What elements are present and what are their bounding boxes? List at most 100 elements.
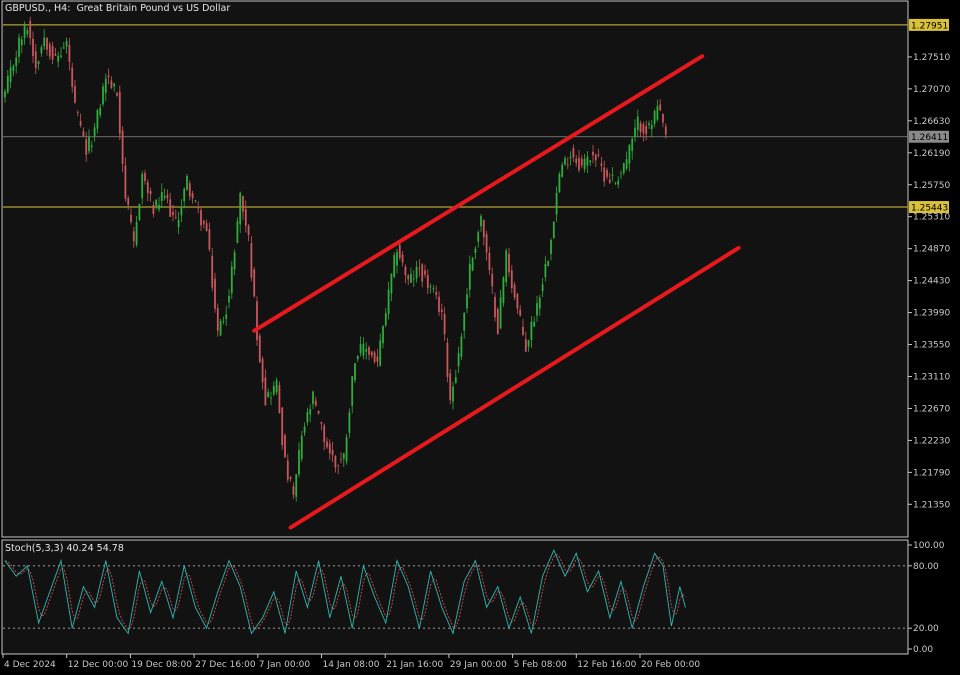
candle-body — [202, 220, 205, 224]
candle — [460, 333, 463, 360]
candle — [345, 433, 348, 465]
candle-body — [440, 309, 443, 312]
candle-body — [121, 130, 124, 165]
candle-body — [471, 257, 474, 271]
candle-body — [583, 159, 586, 170]
candle-body — [398, 244, 401, 258]
candle-body — [547, 261, 550, 267]
candle-body — [354, 363, 356, 380]
candle-body — [555, 192, 558, 215]
candle-body — [4, 91, 6, 98]
candle — [558, 171, 561, 193]
candle-body — [536, 303, 538, 316]
price-tick-label: 1.25750 — [913, 181, 950, 191]
candle-body — [219, 321, 222, 336]
time-tick-label: 7 Jan 00:00 — [259, 660, 311, 670]
candle-body — [306, 412, 309, 423]
candle-body — [401, 254, 404, 263]
candle-body — [289, 477, 292, 479]
candle-body — [656, 106, 659, 120]
candle-body — [340, 459, 342, 461]
candle-body — [457, 353, 460, 367]
candle-body — [446, 342, 449, 377]
candle-body — [48, 44, 51, 57]
candle-body — [256, 301, 258, 341]
price-panel[interactable] — [1, 0, 909, 538]
candle-body — [642, 124, 645, 134]
candle — [449, 368, 452, 405]
candle-body — [510, 270, 513, 288]
candle-body — [144, 173, 146, 181]
candle-body — [197, 206, 200, 209]
candle-body — [230, 266, 233, 294]
candle-body — [345, 437, 348, 462]
time-tick-label: 20 Feb 00:00 — [641, 660, 700, 670]
candle-body — [631, 138, 634, 151]
candle-body — [390, 273, 393, 294]
candle-body — [104, 78, 107, 93]
candle-body — [474, 248, 477, 254]
candle-body — [379, 340, 382, 366]
stoch-tick-label: 20.00 — [913, 624, 939, 634]
candle-body — [312, 391, 314, 405]
stoch-signal-value: 54.78 — [96, 543, 124, 554]
candle — [494, 292, 496, 322]
time-tick-label: 5 Feb 08:00 — [514, 660, 568, 670]
upper-hline-label: 1.27951 — [909, 18, 949, 31]
candle-body — [141, 173, 144, 199]
candle-body — [214, 278, 216, 309]
price-tick-label: 1.21350 — [913, 500, 950, 510]
candle-body — [544, 263, 547, 278]
candle-body — [575, 158, 578, 163]
candle-body — [15, 57, 18, 66]
candle-body — [132, 231, 135, 242]
candle-body — [320, 421, 323, 424]
candle-body — [26, 30, 29, 34]
candle-body — [250, 243, 253, 278]
candle-body — [317, 410, 320, 414]
candle-body — [138, 203, 141, 220]
candle-body — [636, 116, 639, 130]
candle-body — [110, 80, 113, 88]
candle-body — [328, 443, 331, 454]
candle-body — [650, 124, 653, 130]
stoch-tick-label: 100.00 — [913, 541, 945, 551]
candle-body — [188, 183, 191, 197]
candle-body — [443, 313, 446, 335]
candle-body — [118, 91, 121, 134]
candle-body — [552, 221, 555, 239]
candle — [256, 296, 258, 347]
candle-body — [477, 232, 480, 242]
candle-body — [594, 154, 597, 161]
candle — [102, 83, 104, 107]
candle-body — [480, 215, 482, 227]
candle-body — [645, 126, 648, 135]
candle-body — [580, 158, 583, 166]
candle-body — [107, 75, 110, 78]
candle-body — [261, 358, 264, 383]
candle-body — [387, 289, 390, 314]
candle-body — [135, 221, 138, 245]
candle — [118, 85, 121, 140]
candle-body — [194, 200, 197, 201]
time-tick-label: 4 Dec 2024 — [4, 660, 56, 670]
candle-body — [586, 156, 589, 166]
candle-body — [418, 267, 421, 269]
candle-body — [362, 343, 365, 356]
candle-body — [496, 309, 499, 334]
price-tick-label: 1.26190 — [913, 149, 950, 159]
candle-body — [211, 255, 214, 288]
candle-body — [404, 266, 407, 276]
candle-body — [606, 170, 608, 177]
candle — [393, 252, 396, 279]
candle-body — [51, 45, 54, 60]
time-tick-label: 14 Jan 08:00 — [323, 660, 380, 670]
candle-body — [46, 38, 48, 50]
candle-body — [356, 356, 359, 360]
candle-body — [485, 234, 488, 253]
candle-body — [572, 148, 575, 158]
candle-body — [491, 273, 494, 287]
candle-body — [524, 339, 527, 352]
candle-body — [516, 293, 519, 309]
candle-body — [222, 320, 225, 322]
